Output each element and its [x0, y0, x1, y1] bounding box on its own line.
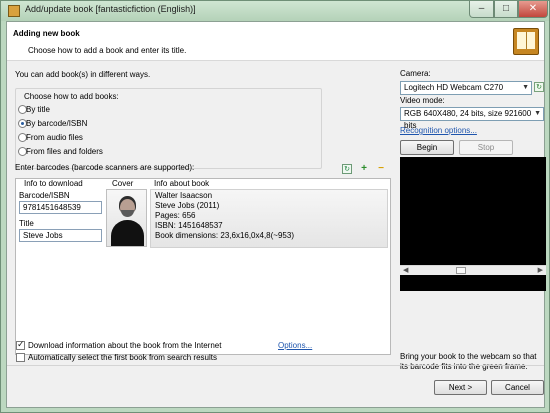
footer-divider — [7, 365, 544, 366]
plus-icon[interactable]: + — [359, 164, 369, 174]
barcode-input[interactable]: 9781451648539 — [19, 201, 102, 214]
auto-select-checkbox[interactable] — [16, 353, 25, 362]
column-cover: Cover — [112, 179, 134, 188]
options-link[interactable]: Options... — [278, 341, 312, 350]
option-from-files-folders-label: From files and folders — [26, 147, 103, 156]
scroll-right-icon[interactable]: ▶ — [538, 266, 543, 274]
header-subtitle: Choose how to add a book and enter its t… — [28, 46, 187, 55]
camera-horizontal-scrollbar[interactable]: ◀ ▶ — [400, 265, 546, 275]
cancel-button[interactable]: Cancel — [491, 380, 544, 395]
minimize-button[interactable]: ‒ — [469, 1, 494, 18]
column-info-to-download: Info to download — [24, 179, 83, 188]
book-title-year: Steve Jobs (2011) — [155, 201, 220, 210]
refresh-icon[interactable]: ↻ — [534, 82, 544, 92]
option-from-audio-files-label: From audio files — [26, 133, 83, 142]
title-input[interactable]: Steve Jobs — [19, 229, 102, 242]
book-icon — [513, 28, 539, 55]
app-icon — [8, 5, 20, 17]
option-by-title-label: By title — [26, 105, 51, 114]
camera-label: Camera: — [400, 69, 431, 78]
add-ways-intro: You can add book(s) in different ways. — [15, 70, 151, 79]
book-pages: Pages: 656 — [155, 211, 196, 220]
title-bar: Add/update book [fantasticfiction (Engli… — [1, 1, 549, 21]
scroll-thumb[interactable] — [456, 267, 466, 274]
add-method-group: Choose how to add books: By title By bar… — [15, 88, 322, 169]
window-title: Add/update book [fantasticfiction (Engli… — [25, 4, 196, 14]
camera-help-text: Bring your book to the webcam so that it… — [400, 352, 537, 371]
video-mode-label: Video mode: — [400, 96, 445, 105]
book-dimensions: Book dimensions: 23,6x16,0x4,8(~953) — [155, 231, 294, 240]
dialog-header: Adding new book Choose how to add a book… — [7, 22, 544, 61]
stop-button[interactable]: Stop — [459, 140, 513, 155]
book-author: Walter Isaacson — [155, 191, 213, 200]
maximize-button[interactable]: □ — [494, 1, 518, 18]
title-label: Title — [19, 219, 34, 228]
barcode-list-label: Enter barcodes (barcode scanners are sup… — [15, 163, 195, 172]
barcode-list[interactable]: Info to download Cover Info about book B… — [15, 178, 391, 355]
column-info-about-book: Info about book — [154, 179, 210, 188]
camera-select[interactable]: Logitech HD Webcam C270 ▼ — [400, 81, 532, 95]
close-button[interactable]: ✕ — [518, 1, 548, 18]
book-isbn: ISBN: 1451648537 — [155, 221, 223, 230]
choose-method-label: Choose how to add books: — [24, 92, 119, 101]
book-info-cell: Walter Isaacson Steve Jobs (2011) Pages:… — [150, 189, 388, 248]
auto-select-label: Automatically select the first book from… — [28, 353, 217, 362]
download-info-label: Download information about the book from… — [28, 341, 222, 350]
minus-icon[interactable]: − — [376, 164, 386, 174]
next-button[interactable]: Next > — [434, 380, 487, 395]
add-update-book-window: Add/update book [fantasticfiction (Engli… — [0, 0, 550, 413]
dialog-client: Adding new book Choose how to add a book… — [6, 21, 546, 408]
download-info-checkbox[interactable] — [16, 339, 25, 350]
scroll-left-icon[interactable]: ◀ — [403, 266, 408, 274]
barcode-label: Barcode/ISBN — [19, 191, 70, 200]
chevron-down-icon: ▼ — [522, 84, 529, 91]
book-cover-image — [106, 189, 147, 247]
begin-button[interactable]: Begin — [400, 140, 454, 155]
sync-icon[interactable]: ↻ — [342, 164, 352, 174]
header-title: Adding new book — [13, 29, 80, 38]
video-mode-select[interactable]: RGB 640X480, 24 bits, size 921600 bits ▼ — [400, 107, 544, 130]
camera-select-value: Logitech HD Webcam C270 — [404, 83, 504, 92]
option-by-barcode-isbn-label: By barcode/ISBN — [26, 119, 88, 128]
recognition-options-link[interactable]: Recognition options... — [400, 126, 477, 135]
chevron-down-icon: ▼ — [534, 110, 541, 117]
